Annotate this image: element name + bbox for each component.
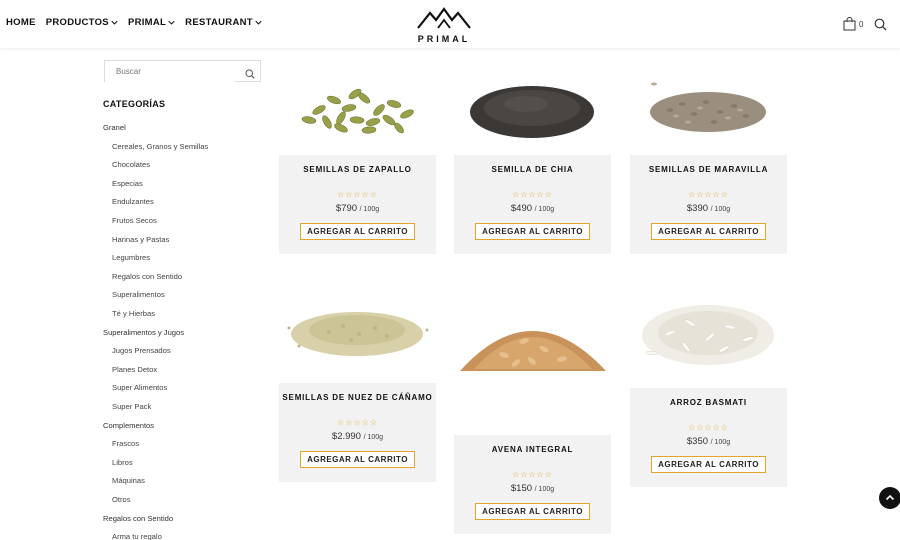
- product-info: SEMILLAS DE ZAPALLO ☆☆☆☆☆ $790 / 100g AG…: [279, 155, 436, 254]
- product-info: SEMILLAS DE NUEZ DE CÁÑAMO ☆☆☆☆☆ $2.990 …: [279, 383, 436, 482]
- logo-text: PRIMAL: [417, 34, 471, 44]
- add-to-cart-button[interactable]: AGREGAR AL CARRITO: [300, 223, 415, 240]
- price-unit: / 100g: [534, 206, 555, 213]
- nav-productos-label: PRODUCTOS: [45, 17, 109, 28]
- price-value: $390: [686, 203, 709, 214]
- site-header: HOME PRODUCTOS PRIMAL RESTAURANT PRIMAL …: [0, 0, 900, 48]
- category-parent[interactable]: Superalimentos y Jugos: [103, 328, 184, 337]
- category-item[interactable]: Té y Hierbas: [112, 309, 155, 318]
- nav-home-label: HOME: [6, 17, 36, 28]
- categories-title: CATEGORÍAS: [103, 99, 166, 109]
- product-image[interactable]: [630, 288, 787, 388]
- sidebar-search: [104, 60, 261, 82]
- price-unit: / 100g: [363, 434, 384, 441]
- product-image[interactable]: [454, 296, 611, 396]
- search-icon: [874, 18, 887, 31]
- nav-primal[interactable]: PRIMAL: [128, 17, 175, 28]
- product-info: AVENA INTEGRAL ☆☆☆☆☆ $150 / 100g AGREGAR…: [454, 435, 611, 534]
- category-item[interactable]: Frutos Secos: [112, 216, 157, 225]
- star-rating: ☆☆☆☆☆: [688, 423, 729, 432]
- category-item[interactable]: Cereales, Granos y Semillas: [112, 142, 208, 151]
- chevron-down-icon: [111, 20, 118, 25]
- price-value: $2.990: [331, 431, 361, 442]
- product-name[interactable]: SEMILLA DE CHIA: [454, 165, 611, 174]
- search-icon: [245, 69, 255, 79]
- add-to-cart-button[interactable]: AGREGAR AL CARRITO: [475, 503, 590, 520]
- price-value: $350: [686, 436, 709, 447]
- price-unit: / 100g: [710, 439, 731, 446]
- nav-restaurant[interactable]: RESTAURANT: [185, 17, 262, 28]
- category-item[interactable]: Libros: [112, 458, 133, 467]
- category-item[interactable]: Superalimentos: [112, 290, 165, 299]
- category-parent[interactable]: Complementos: [103, 421, 154, 430]
- primal-logo[interactable]: PRIMAL: [416, 6, 472, 44]
- category-item[interactable]: Jugos Prensados: [112, 346, 171, 355]
- chevron-up-icon: [885, 494, 895, 501]
- category-item[interactable]: Planes Detox: [112, 365, 157, 374]
- shopping-bag-icon: [843, 17, 856, 31]
- cart-count: 0: [859, 19, 864, 29]
- star-rating: ☆☆☆☆☆: [688, 190, 729, 199]
- product-image[interactable]: [279, 283, 436, 383]
- header-search-button[interactable]: [874, 18, 887, 36]
- price-unit: / 100g: [710, 206, 731, 213]
- add-to-cart-button[interactable]: AGREGAR AL CARRITO: [300, 451, 415, 468]
- cart-button[interactable]: 0: [843, 17, 863, 31]
- product-info: SEMILLAS DE MARAVILLA ☆☆☆☆☆ $390 / 100g …: [630, 155, 787, 254]
- nav-home[interactable]: HOME: [6, 17, 36, 28]
- product-image[interactable]: [454, 60, 611, 160]
- add-to-cart-button[interactable]: AGREGAR AL CARRITO: [651, 223, 766, 240]
- price-value: $790: [335, 203, 358, 214]
- product-price: $790 / 100g: [279, 203, 436, 214]
- nav-primal-label: PRIMAL: [127, 17, 167, 28]
- add-to-cart-button[interactable]: AGREGAR AL CARRITO: [475, 223, 590, 240]
- category-item[interactable]: Endulzantes: [112, 197, 154, 206]
- chevron-down-icon: [168, 20, 175, 25]
- category-item[interactable]: Arma tu regalo: [112, 532, 162, 540]
- category-item[interactable]: Super Alimentos: [112, 383, 167, 392]
- product-image[interactable]: [630, 60, 787, 160]
- category-item[interactable]: Regalos con Sentido: [112, 272, 182, 281]
- product-price: $490 / 100g: [454, 203, 611, 214]
- product-image[interactable]: [279, 60, 436, 160]
- category-item[interactable]: Otros: [112, 495, 131, 504]
- product-name[interactable]: AVENA INTEGRAL: [454, 445, 611, 454]
- nav-productos[interactable]: PRODUCTOS: [46, 17, 118, 28]
- category-item[interactable]: Máquinas: [112, 476, 145, 485]
- category-parent[interactable]: Granel: [103, 123, 126, 132]
- mountain-logo-icon: [417, 7, 471, 29]
- search-submit-button[interactable]: [245, 66, 255, 84]
- price-unit: / 100g: [359, 206, 380, 213]
- product-name[interactable]: SEMILLAS DE ZAPALLO: [279, 165, 436, 174]
- product-price: $390 / 100g: [630, 203, 787, 214]
- category-item[interactable]: Legumbres: [112, 253, 150, 262]
- category-item[interactable]: Especias: [112, 179, 143, 188]
- category-parent[interactable]: Regalos con Sentido: [103, 514, 173, 523]
- star-rating: ☆☆☆☆☆: [337, 190, 378, 199]
- product-name[interactable]: SEMILLAS DE NUEZ DE CÁÑAMO: [279, 393, 436, 402]
- product-price: $150 / 100g: [454, 483, 611, 494]
- price-value: $490: [510, 203, 533, 214]
- category-item[interactable]: Harinas y Pastas: [112, 235, 169, 244]
- star-rating: ☆☆☆☆☆: [512, 190, 553, 199]
- price-unit: / 100g: [534, 486, 555, 493]
- scroll-to-top-button[interactable]: [879, 487, 900, 509]
- product-info: ARROZ BASMATI ☆☆☆☆☆ $350 / 100g AGREGAR …: [630, 388, 787, 487]
- nav-restaurant-label: RESTAURANT: [185, 17, 253, 28]
- product-name[interactable]: ARROZ BASMATI: [630, 398, 787, 407]
- product-name[interactable]: SEMILLAS DE MARAVILLA: [630, 165, 787, 174]
- product-info: SEMILLA DE CHIA ☆☆☆☆☆ $490 / 100g AGREGA…: [454, 155, 611, 254]
- main-nav: HOME PRODUCTOS PRIMAL RESTAURANT: [6, 17, 262, 28]
- price-value: $150: [510, 483, 533, 494]
- search-input[interactable]: [105, 61, 235, 82]
- add-to-cart-button[interactable]: AGREGAR AL CARRITO: [651, 456, 766, 473]
- star-rating: ☆☆☆☆☆: [512, 470, 553, 479]
- category-item[interactable]: Chocolates: [112, 160, 150, 169]
- product-price: $2.990 / 100g: [279, 431, 436, 442]
- product-price: $350 / 100g: [630, 436, 787, 447]
- star-rating: ☆☆☆☆☆: [337, 418, 378, 427]
- category-item[interactable]: Super Pack: [112, 402, 151, 411]
- chevron-down-icon: [255, 20, 262, 25]
- category-item[interactable]: Frascos: [112, 439, 139, 448]
